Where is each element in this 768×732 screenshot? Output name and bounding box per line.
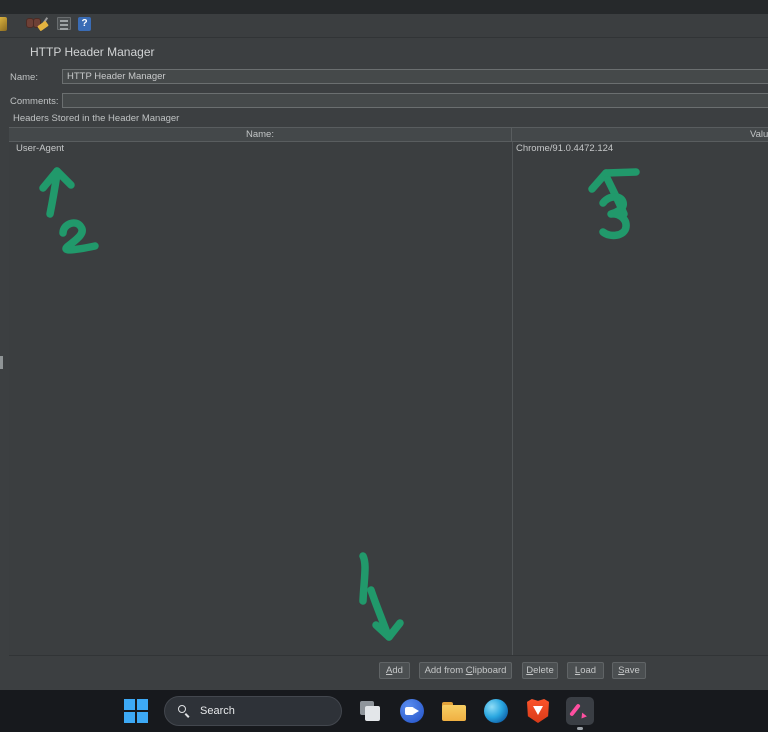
- add-from-clipboard-button[interactable]: Add from Clipboard: [419, 662, 512, 679]
- brave-button[interactable]: [524, 697, 552, 725]
- taskbar-search[interactable]: Search: [164, 696, 342, 726]
- delete-button[interactable]: Delete: [522, 662, 558, 679]
- start-button[interactable]: [122, 697, 150, 725]
- headers-table-header: Name: Value: [9, 127, 768, 142]
- save-button[interactable]: Save: [612, 662, 646, 679]
- page-title: HTTP Header Manager: [30, 45, 155, 59]
- help-icon[interactable]: ?: [78, 17, 91, 31]
- header-value-cell[interactable]: Chrome/91.0.4472.124: [516, 143, 613, 154]
- toolbar: ?: [0, 14, 768, 38]
- left-edge-tick: [0, 356, 3, 369]
- task-view-icon: [360, 701, 380, 721]
- column-header-name[interactable]: Name:: [9, 128, 512, 141]
- start-icon: [123, 698, 149, 724]
- table-row[interactable]: User-Agent Chrome/91.0.4472.124: [9, 142, 768, 156]
- file-explorer-button[interactable]: [440, 697, 468, 725]
- chat-button[interactable]: [398, 697, 426, 725]
- edge-button[interactable]: [482, 697, 510, 725]
- taskbar: Search: [0, 690, 768, 732]
- pen-app-button[interactable]: [566, 697, 594, 730]
- add-button[interactable]: Add: [379, 662, 410, 679]
- edge-icon: [484, 699, 508, 723]
- load-button[interactable]: Load: [567, 662, 604, 679]
- header-name-cell[interactable]: User-Agent: [16, 143, 64, 154]
- screen: ? HTTP Header Manager Name: Comments: He…: [0, 0, 768, 732]
- file-explorer-icon: [442, 701, 466, 721]
- headers-table-body[interactable]: User-Agent Chrome/91.0.4472.124: [9, 142, 768, 656]
- name-label: Name:: [10, 72, 38, 83]
- column-header-value[interactable]: Value: [750, 128, 768, 142]
- task-view-button[interactable]: [356, 697, 384, 725]
- chat-icon: [400, 699, 424, 723]
- list-icon[interactable]: [57, 17, 71, 30]
- brave-icon: [527, 699, 549, 723]
- name-input[interactable]: [62, 69, 768, 84]
- brush-icon[interactable]: [0, 17, 7, 31]
- window-top-strip: [0, 0, 768, 14]
- headers-section-label: Headers Stored in the Header Manager: [13, 113, 180, 124]
- pen-app-icon: [566, 697, 594, 730]
- comments-input[interactable]: [62, 93, 768, 108]
- broom-icon[interactable]: [37, 17, 50, 32]
- search-label: Search: [200, 705, 235, 717]
- comments-label: Comments:: [10, 96, 59, 107]
- column-divider: [512, 142, 513, 655]
- search-icon: [178, 704, 191, 718]
